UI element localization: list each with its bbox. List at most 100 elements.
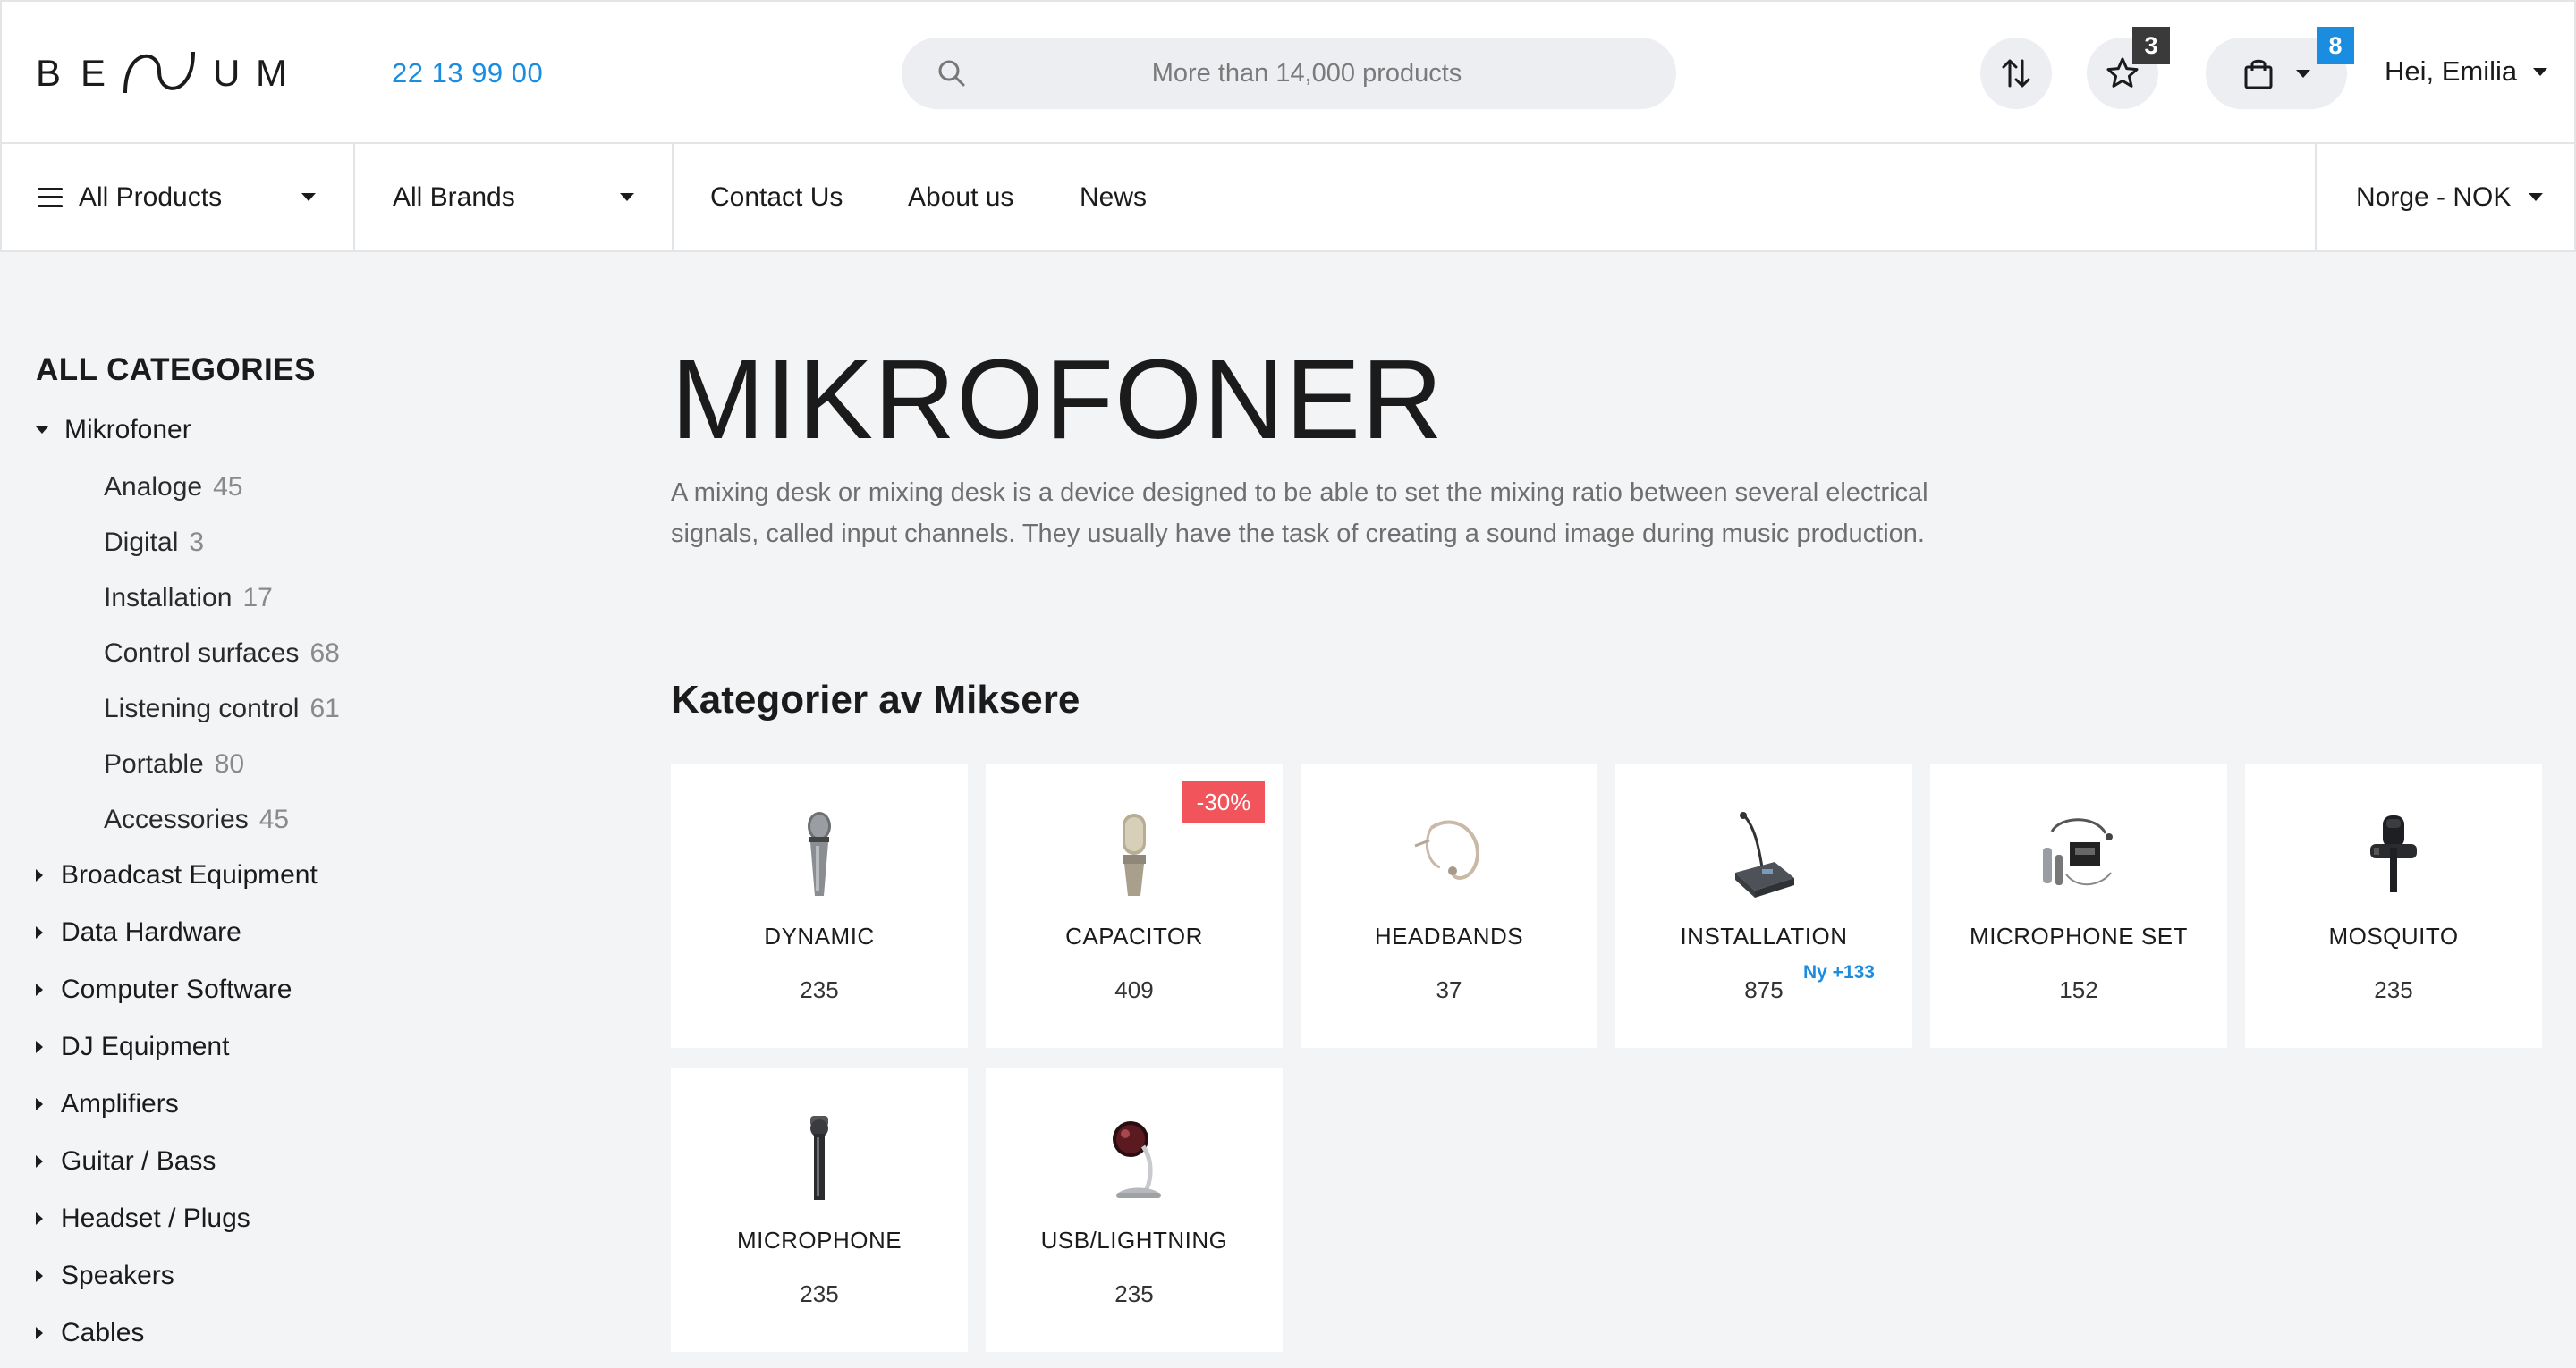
category-label: DJ Equipment xyxy=(61,1032,230,1061)
conference-mic-icon xyxy=(1710,810,1818,899)
all-brands-label: All Brands xyxy=(393,182,515,212)
card-name: CAPACITOR xyxy=(1065,923,1203,950)
mic-set-icon xyxy=(2025,810,2132,899)
card-count: 409 xyxy=(1114,976,1154,1003)
cart-count-badge: 8 xyxy=(2317,27,2354,64)
chevron-down-icon xyxy=(620,193,634,201)
card-count: 235 xyxy=(800,976,839,1003)
caret-right-icon xyxy=(36,926,43,939)
category-card-microphone-set[interactable]: MICROPHONE SET 152 xyxy=(1930,764,2227,1048)
usb-mic-icon xyxy=(1080,1114,1188,1203)
subitem-count: 3 xyxy=(189,528,205,557)
sidebar-subitem[interactable]: Digital 3 xyxy=(104,528,204,558)
phone-number[interactable]: 22 13 99 00 xyxy=(392,57,543,89)
chevron-down-icon xyxy=(2533,67,2548,76)
category-label: Speakers xyxy=(61,1261,174,1290)
category-label: Guitar / Bass xyxy=(61,1146,216,1176)
subitem-count: 45 xyxy=(258,805,290,834)
card-count: 152 xyxy=(2059,976,2098,1003)
subitem-label: Digital xyxy=(104,528,179,557)
sidebar-category[interactable]: Cables xyxy=(36,1318,144,1348)
sidebar-subitem[interactable]: Listening control 61 xyxy=(104,694,340,724)
sidebar-category[interactable]: Amplifiers xyxy=(36,1089,179,1119)
card-name: MOSQUITO xyxy=(2328,923,2459,950)
subitem-label: Accessories xyxy=(104,805,249,834)
nav-link-about[interactable]: About us xyxy=(908,144,1013,250)
subitem-label: Installation xyxy=(104,583,233,612)
sidebar-category[interactable]: Guitar / Bass xyxy=(36,1146,216,1177)
caret-right-icon xyxy=(36,1212,43,1225)
subitem-label: Control surfaces xyxy=(104,638,300,668)
category-card-usb-lightning[interactable]: USB/LIGHTNING 235 xyxy=(986,1068,1283,1352)
sidebar-category-mikrofoner[interactable]: Mikrofoner xyxy=(36,415,191,445)
card-count: 235 xyxy=(1114,1280,1154,1307)
subitem-count: 68 xyxy=(309,638,340,668)
card-count: 875 xyxy=(1744,976,1784,1003)
benum-logo[interactable]: B E U M xyxy=(36,45,295,102)
sidebar-category[interactable]: DJ Equipment xyxy=(36,1032,229,1062)
sidebar-subitem[interactable]: Installation 17 xyxy=(104,583,273,613)
card-name: MICROPHONE SET xyxy=(1970,923,2188,950)
category-card-microphone[interactable]: MICROPHONE 235 xyxy=(671,1068,968,1352)
lavalier-mic-icon xyxy=(2340,810,2447,899)
subitem-label: Analoge xyxy=(104,472,203,502)
category-card-mosquito[interactable]: MOSQUITO 235 xyxy=(2245,764,2542,1048)
card-name: USB/LIGHTNING xyxy=(1040,1227,1228,1254)
category-card-dynamic[interactable]: DYNAMIC 235 xyxy=(671,764,968,1048)
sidebar-subitem[interactable]: Control surfaces 68 xyxy=(104,638,340,669)
sidebar-subitem[interactable]: Accessories 45 xyxy=(104,805,289,835)
category-label: Broadcast Equipment xyxy=(61,860,318,890)
sidebar-category[interactable]: Data Hardware xyxy=(36,917,242,948)
section-title: Kategorier av Miksere xyxy=(671,678,1080,722)
caret-right-icon xyxy=(36,1327,43,1339)
chevron-down-icon xyxy=(2529,193,2544,201)
main-navigation: All Products All Brands Contact Us About… xyxy=(0,144,2576,252)
search-input[interactable] xyxy=(902,58,1676,89)
svg-text:B: B xyxy=(36,52,64,94)
nav-link-contact[interactable]: Contact Us xyxy=(710,144,843,250)
card-name: MICROPHONE xyxy=(736,1227,902,1254)
category-card-capacitor[interactable]: -30% CAPACITOR 409 xyxy=(986,764,1283,1048)
user-greeting: Hei, Emilia xyxy=(2385,55,2518,87)
chevron-down-icon xyxy=(2296,69,2310,78)
sidebar-subitem[interactable]: Portable 80 xyxy=(104,749,244,780)
sidebar-category[interactable]: Headset / Plugs xyxy=(36,1203,250,1234)
card-name: INSTALLATION xyxy=(1680,923,1848,950)
nav-link-news[interactable]: News xyxy=(1080,144,1147,250)
subitem-count: 17 xyxy=(242,583,273,612)
user-menu[interactable]: Hei, Emilia xyxy=(2385,55,2548,88)
all-products-dropdown[interactable]: All Products xyxy=(2,144,355,250)
sidebar-category-label: Mikrofoner xyxy=(64,415,191,444)
shopping-bag-icon xyxy=(2244,59,2273,89)
sidebar-category[interactable]: Speakers xyxy=(36,1261,174,1291)
sidebar-category[interactable]: Broadcast Equipment xyxy=(36,860,318,891)
caret-right-icon xyxy=(36,1270,43,1282)
caret-right-icon xyxy=(36,1155,43,1168)
svg-text:M: M xyxy=(256,52,287,94)
sidebar-subitem[interactable]: Analoge 45 xyxy=(104,472,242,502)
category-label: Data Hardware xyxy=(61,917,242,947)
svg-text:E: E xyxy=(80,52,109,94)
site-header: B E U M 22 13 99 00 3 8 He xyxy=(0,0,2576,144)
category-card-installation[interactable]: INSTALLATION Ny +133 875 xyxy=(1615,764,1912,1048)
compare-button[interactable] xyxy=(1980,38,2052,109)
shotgun-mic-icon xyxy=(766,1114,873,1203)
all-brands-dropdown[interactable]: All Brands xyxy=(355,144,674,250)
all-products-label: All Products xyxy=(79,182,223,212)
caret-right-icon xyxy=(36,984,43,996)
card-name: DYNAMIC xyxy=(764,923,875,950)
compare-arrows-icon xyxy=(2002,59,2030,88)
subitem-count: 80 xyxy=(214,749,245,779)
region-currency-dropdown[interactable]: Norge - NOK xyxy=(2315,144,2576,250)
sidebar-category[interactable]: Computer Software xyxy=(36,975,292,1005)
svg-text:U: U xyxy=(213,52,240,94)
caret-down-icon xyxy=(36,426,48,434)
condenser-mic-icon xyxy=(1080,810,1188,899)
search-bar[interactable] xyxy=(902,38,1676,109)
category-label: Amplifiers xyxy=(61,1089,179,1119)
card-count: 235 xyxy=(2374,976,2413,1003)
card-name: HEADBANDS xyxy=(1374,923,1524,950)
card-count: 235 xyxy=(800,1280,839,1307)
subitem-label: Listening control xyxy=(104,694,300,723)
category-card-headbands[interactable]: HEADBANDS 37 xyxy=(1301,764,1597,1048)
